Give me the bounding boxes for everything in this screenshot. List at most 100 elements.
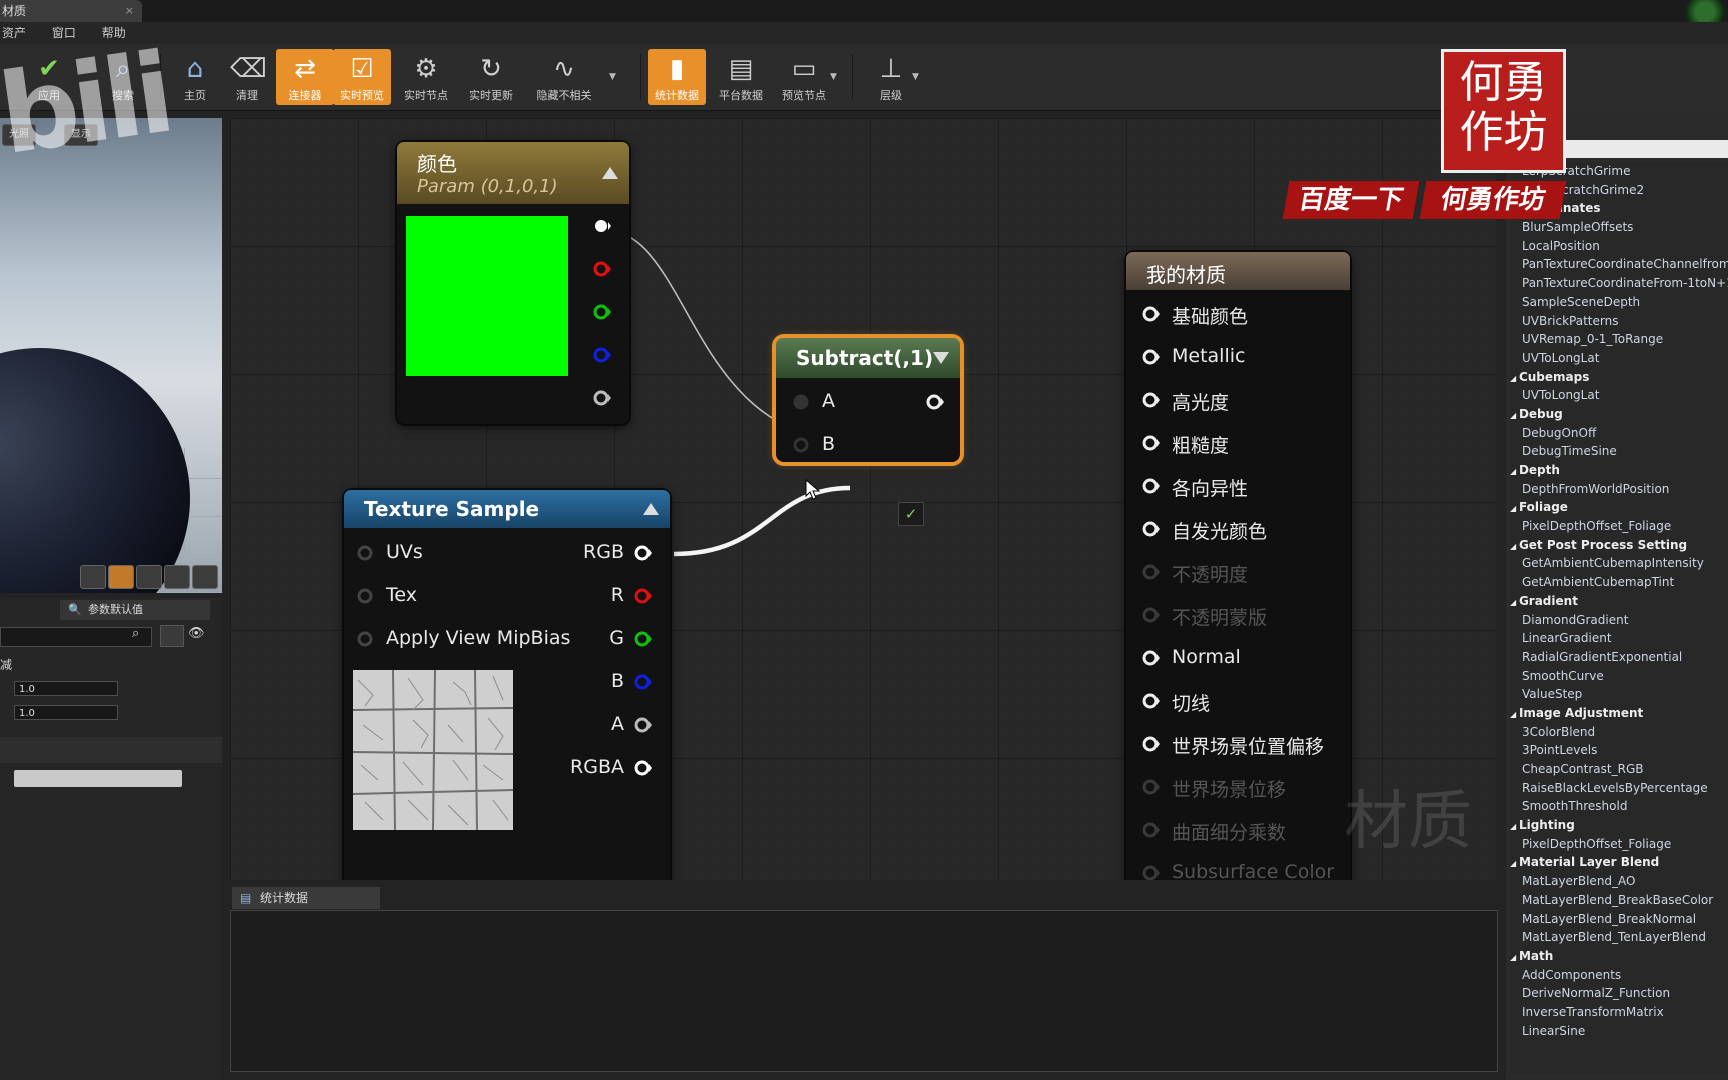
expand-arrow-icon[interactable]: ◢ bbox=[1510, 542, 1519, 551]
material-input-pin[interactable] bbox=[1142, 305, 1160, 323]
preview-plane-button[interactable] bbox=[136, 565, 162, 589]
param-value-field-1[interactable]: 1.0 bbox=[14, 681, 118, 696]
live-nodes-button[interactable]: ⚙ 实时节点 bbox=[397, 49, 455, 105]
material-input-pin[interactable] bbox=[1142, 391, 1160, 409]
input-pin-mipbias[interactable] bbox=[356, 630, 374, 648]
hide-unrelated-button[interactable]: ∿ 隐藏不相关 bbox=[532, 49, 596, 105]
palette-item[interactable]: GetAmbientCubemapTint bbox=[1510, 573, 1728, 592]
color-node-header[interactable]: 颜色 Param (0,1,0,1) bbox=[397, 142, 629, 204]
palette-item[interactable]: DiamondGradient bbox=[1510, 611, 1728, 630]
material-input-pin[interactable] bbox=[1142, 434, 1160, 452]
preview-nodes-button[interactable]: ▭ 预览节点 bbox=[775, 49, 833, 105]
output-pin-b[interactable] bbox=[634, 673, 652, 691]
tab-stats[interactable]: ▤ 统计数据 bbox=[232, 887, 380, 909]
preview-mesh-button[interactable] bbox=[192, 565, 218, 589]
palette-item[interactable]: InverseTransformMatrix bbox=[1510, 1003, 1728, 1022]
output-pin[interactable] bbox=[926, 393, 944, 411]
expand-arrow-icon[interactable]: ◢ bbox=[1510, 822, 1519, 831]
output-pin-rgba[interactable] bbox=[593, 217, 611, 235]
palette-item[interactable]: LinearGradient bbox=[1510, 629, 1728, 648]
material-input-pin[interactable] bbox=[1142, 520, 1160, 538]
palette-item[interactable]: DebugTimeSine bbox=[1510, 442, 1728, 461]
palette-item[interactable]: RadialGradientExponential bbox=[1510, 648, 1728, 667]
expand-arrow-icon[interactable]: ◢ bbox=[1510, 411, 1519, 420]
home-button[interactable]: ⌂ 主页 bbox=[166, 49, 224, 105]
palette-item[interactable]: LocalPosition bbox=[1510, 237, 1728, 256]
palette-category[interactable]: ◢ Image Adjustment bbox=[1510, 704, 1728, 723]
material-input-pin[interactable] bbox=[1142, 735, 1160, 753]
params-search-input[interactable] bbox=[0, 627, 152, 647]
output-pin-g[interactable] bbox=[593, 303, 611, 321]
close-tab-icon[interactable]: × bbox=[125, 0, 134, 22]
expand-arrow-icon[interactable]: ◢ bbox=[1510, 953, 1519, 962]
material-input-pin[interactable] bbox=[1142, 606, 1160, 624]
texture-sample-node[interactable]: Texture Sample UVs Tex Apply View MipBia… bbox=[344, 490, 670, 880]
palette-category[interactable]: ◢ Foliage bbox=[1510, 498, 1728, 517]
palette-item[interactable]: MatLayerBlend_TenLayerBlend bbox=[1510, 928, 1728, 947]
material-input-pin[interactable] bbox=[1142, 563, 1160, 581]
param-slider[interactable] bbox=[14, 770, 182, 787]
palette-category[interactable]: ◢ Cubemaps bbox=[1510, 368, 1728, 387]
live-preview-button[interactable]: ☑ 实时预览 bbox=[333, 49, 391, 105]
palette-item[interactable]: PixelDepthOffset_Foliage bbox=[1510, 835, 1728, 854]
palette-category[interactable]: ◢ Get Post Process Setting bbox=[1510, 536, 1728, 555]
palette-item[interactable]: PanTextureCoordinateChannelfrom- bbox=[1510, 255, 1728, 274]
node-graph-canvas[interactable]: 颜色 Param (0,1,0,1) Texture Sample UVs Te… bbox=[230, 118, 1496, 880]
hierarchy-dropdown-icon[interactable]: ▼ bbox=[912, 72, 919, 82]
palette-item[interactable]: DeriveNormalZ_Function bbox=[1510, 984, 1728, 1003]
output-pin-rgba[interactable] bbox=[634, 759, 652, 777]
input-pin-b[interactable] bbox=[792, 436, 810, 454]
palette-item[interactable]: DebugOnOff bbox=[1510, 424, 1728, 443]
material-input-pin[interactable] bbox=[1142, 649, 1160, 667]
palette-category[interactable]: ◢ Debug bbox=[1510, 405, 1728, 424]
expand-arrow-icon[interactable]: ◢ bbox=[1510, 859, 1519, 868]
palette-item[interactable]: GetAmbientCubemapIntensity bbox=[1510, 554, 1728, 573]
collapse-icon[interactable] bbox=[642, 502, 660, 516]
palette-item[interactable]: UVRemap_0-1_ToRange bbox=[1510, 330, 1728, 349]
palette-item[interactable]: MatLayerBlend_AO bbox=[1510, 872, 1728, 891]
palette-item[interactable]: MatLayerBlend_BreakBaseColor bbox=[1510, 891, 1728, 910]
palette-category[interactable]: ◢ Math bbox=[1510, 947, 1728, 966]
subtract-node-header[interactable]: Subtract(,1) bbox=[776, 338, 960, 378]
expand-arrow-icon[interactable]: ◢ bbox=[1510, 374, 1519, 383]
subtract-node[interactable]: Subtract(,1) A B bbox=[776, 338, 960, 462]
document-tab[interactable]: 材质 × bbox=[0, 0, 142, 22]
palette-item[interactable]: SampleSceneDepth bbox=[1510, 293, 1728, 312]
output-pin-r[interactable] bbox=[593, 260, 611, 278]
expand-arrow-icon[interactable]: ◢ bbox=[1510, 710, 1519, 719]
palette-item[interactable]: AddComponents bbox=[1510, 966, 1728, 985]
platform-stats-button[interactable]: ▤ 平台数据 bbox=[712, 49, 770, 105]
tab-param-defaults[interactable]: 🔍 参数默认值 bbox=[60, 600, 210, 620]
output-pin-r[interactable] bbox=[634, 587, 652, 605]
palette-item[interactable]: SmoothCurve bbox=[1510, 667, 1728, 686]
output-pin-b[interactable] bbox=[593, 346, 611, 364]
palette-item[interactable]: PixelDepthOffset_Foliage bbox=[1510, 517, 1728, 536]
input-pin-a[interactable] bbox=[792, 393, 810, 411]
material-node-header[interactable]: 我的材质 bbox=[1126, 252, 1350, 290]
hide-unrelated-dropdown-icon[interactable]: ▼ bbox=[609, 72, 616, 82]
material-input-pin[interactable] bbox=[1142, 821, 1160, 839]
palette-category[interactable]: ◢ Gradient bbox=[1510, 592, 1728, 611]
palette-item[interactable]: BlurSampleOffsets bbox=[1510, 218, 1728, 237]
output-pin-a[interactable] bbox=[634, 716, 652, 734]
expand-arrow-icon[interactable]: ◢ bbox=[1510, 467, 1519, 476]
input-pin-tex[interactable] bbox=[356, 587, 374, 605]
collapse-icon[interactable] bbox=[601, 166, 619, 180]
palette-item[interactable]: MatLayerBlend_BreakNormal bbox=[1510, 910, 1728, 929]
material-input-pin[interactable] bbox=[1142, 692, 1160, 710]
preview-viewport[interactable] bbox=[0, 118, 222, 593]
palette-item[interactable]: SmoothThreshold bbox=[1510, 797, 1728, 816]
palette-item[interactable]: DepthFromWorldPosition bbox=[1510, 480, 1728, 499]
palette-item[interactable]: PanTextureCoordinateFrom-1toN+1 bbox=[1510, 274, 1728, 293]
material-input-pin[interactable] bbox=[1142, 778, 1160, 796]
palette-item[interactable]: LinearSine bbox=[1510, 1022, 1728, 1041]
eye-icon[interactable]: 👁 bbox=[188, 626, 205, 641]
palette-item[interactable]: UVToLongLat bbox=[1510, 386, 1728, 405]
input-pin-uvs[interactable] bbox=[356, 544, 374, 562]
material-input-pin[interactable] bbox=[1142, 864, 1160, 880]
menu-assets[interactable]: 资产 bbox=[2, 22, 26, 44]
palette-item[interactable]: RaiseBlackLevelsByPercentage bbox=[1510, 779, 1728, 798]
palette-item[interactable]: CheapContrast_RGB bbox=[1510, 760, 1728, 779]
texture-node-header[interactable]: Texture Sample bbox=[344, 490, 670, 528]
material-input-pin[interactable] bbox=[1142, 348, 1160, 366]
